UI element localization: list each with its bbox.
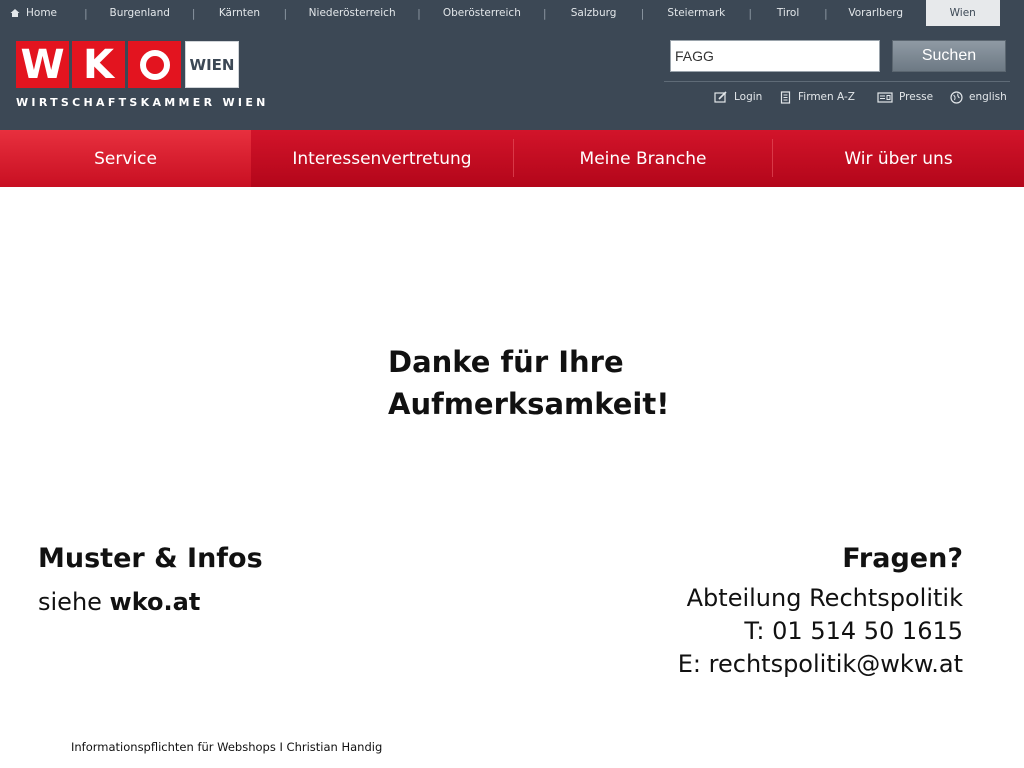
thanks-line-2: Aufmerksamkeit! (388, 387, 670, 421)
contact-phone: T: 01 514 50 1615 (744, 617, 963, 645)
thanks-message: Danke für Ihre Aufmerksamkeit! (388, 344, 669, 422)
search-input[interactable] (670, 40, 880, 72)
logo-tagline: WIRTSCHAFTSKAMMER WIEN (16, 96, 269, 109)
nav-divider (772, 139, 773, 177)
contact-department: Abteilung Rechtspolitik (686, 584, 963, 612)
muster-text: siehe wko.at (38, 588, 200, 616)
region-nav-steiermark[interactable]: Steiermark (646, 0, 746, 26)
footer-text: Informationspflichten für Webshops I Chr… (71, 740, 383, 754)
nav-separator: | (191, 6, 196, 20)
globe-icon (950, 90, 963, 104)
region-nav-label: Oberösterreich (442, 7, 521, 19)
document-icon (780, 90, 791, 104)
region-nav-label: Salzburg (570, 7, 617, 19)
region-nav-wien[interactable]: Wien (925, 0, 1000, 26)
region-nav-home[interactable]: Home (0, 0, 82, 26)
logo-letter-w: W (16, 41, 69, 88)
newspaper-icon (877, 92, 893, 103)
fragen-heading: Fragen? (842, 543, 963, 574)
tab-wir-ueber-uns[interactable]: Wir über uns (773, 130, 1024, 187)
logo-letter-k: K (72, 41, 125, 88)
edit-icon (714, 91, 727, 103)
region-nav-label: Tirol (776, 7, 800, 19)
nav-separator: | (84, 6, 88, 20)
utility-divider (664, 81, 1010, 82)
english-link[interactable]: english (950, 89, 1007, 105)
region-nav-salzburg[interactable]: Salzburg (549, 0, 639, 26)
logo-region: WIEN (185, 41, 239, 88)
wko-logo[interactable]: W K WIEN WIRTSCHAFTSKAMMER WIEN (16, 41, 269, 109)
logo-letters: W K WIEN (16, 41, 269, 88)
presse-label: Presse (899, 91, 934, 103)
thanks-line-1: Danke für Ihre (388, 345, 624, 379)
region-nav-label: Steiermark (667, 7, 726, 19)
header: W K WIEN WIRTSCHAFTSKAMMER WIEN Suchen L… (0, 26, 1024, 130)
firmen-label: Firmen A-Z (798, 91, 855, 103)
region-nav-label: Niederösterreich (308, 7, 396, 19)
region-nav-kaernten[interactable]: Kärnten (197, 0, 281, 26)
region-nav-burgenland[interactable]: Burgenland (90, 0, 190, 26)
presse-link[interactable]: Presse (877, 89, 933, 105)
nav-separator: | (748, 6, 753, 20)
region-nav-label: Burgenland (109, 7, 170, 19)
region-nav: Home | Burgenland | Kärnten | Niederöste… (0, 0, 1024, 26)
region-nav-label: Kärnten (218, 7, 261, 19)
tab-meine-branche[interactable]: Meine Branche (514, 130, 772, 187)
nav-divider (513, 139, 514, 177)
english-label: english (969, 91, 1007, 103)
region-nav-oberoesterreich[interactable]: Oberösterreich (423, 0, 541, 26)
tab-interessenvertretung[interactable]: Interessenvertretung (251, 130, 513, 187)
muster-heading: Muster & Infos (38, 543, 263, 574)
home-icon (10, 9, 20, 17)
login-label: Login (734, 91, 763, 103)
nav-separator: | (542, 6, 547, 20)
nav-separator: | (640, 6, 645, 20)
region-nav-vorarlberg[interactable]: Vorarlberg (830, 0, 922, 26)
firmen-link[interactable]: Firmen A-Z (780, 89, 855, 105)
nav-separator: | (417, 6, 421, 20)
contact-email[interactable]: E: rechtspolitik@wkw.at (678, 648, 963, 681)
wko-link[interactable]: wko.at (110, 588, 201, 616)
nav-separator: | (824, 6, 828, 20)
main-nav: Service Interessenvertretung Meine Branc… (0, 130, 1024, 187)
search-button[interactable]: Suchen (892, 40, 1006, 72)
logo-letter-o (128, 41, 181, 88)
muster-prefix: siehe (38, 588, 110, 616)
tab-service[interactable]: Service (0, 130, 251, 187)
region-nav-label: Home (26, 7, 58, 19)
region-nav-label: Wien (949, 7, 976, 19)
region-nav-label: Vorarlberg (848, 7, 904, 19)
region-nav-niederoesterreich[interactable]: Niederösterreich (289, 0, 415, 26)
login-link[interactable]: Login (714, 89, 762, 105)
nav-separator: | (283, 6, 288, 20)
contact-block: Fragen? Abteilung Rechtspolitik T: 01 51… (678, 543, 963, 681)
region-nav-tirol[interactable]: Tirol (754, 0, 822, 26)
